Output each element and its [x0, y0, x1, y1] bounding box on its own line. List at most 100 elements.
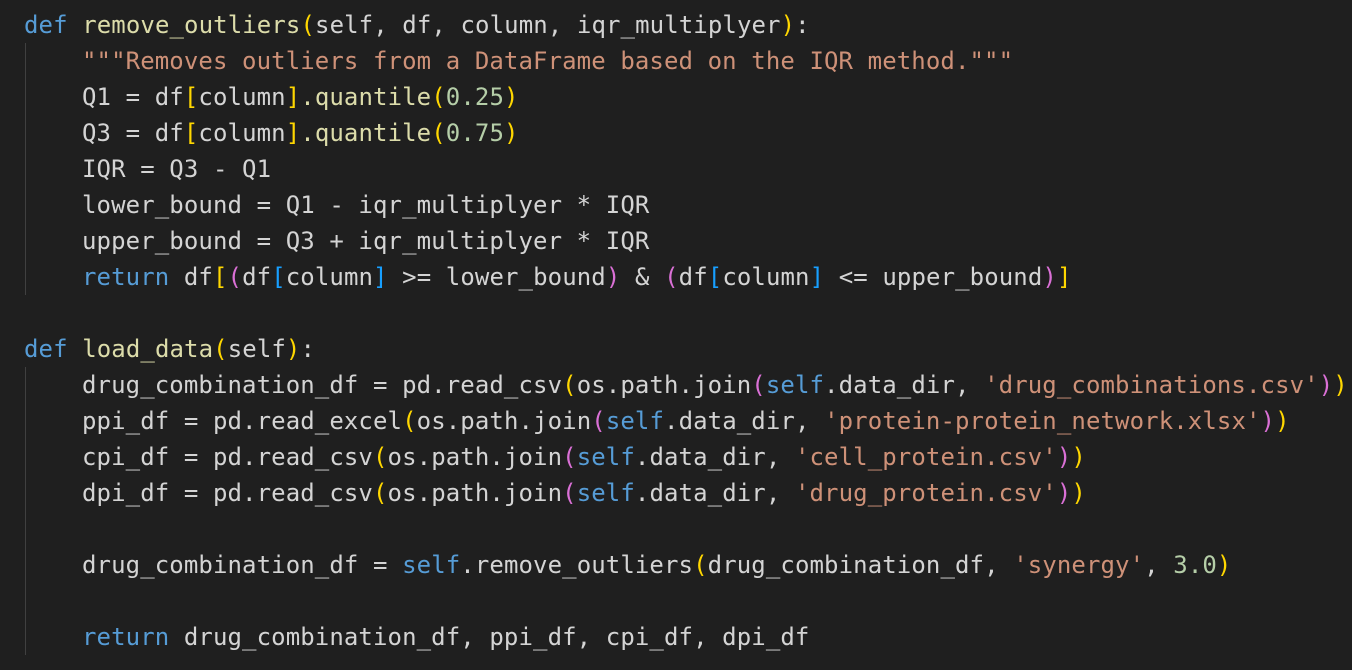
code-line[interactable]: lower_bound = Q1 - iqr_multiplyer * IQR: [0, 187, 1352, 223]
code-token: <= upper_bound: [824, 263, 1043, 291]
code-line[interactable]: dpi_df = pd.read_csv(os.path.join(self.d…: [0, 475, 1352, 511]
code-token: 0.75: [445, 119, 504, 147]
code-token: ): [1071, 479, 1086, 507]
code-line[interactable]: [0, 583, 1352, 619]
code-token: df: [169, 263, 213, 291]
code-token: drug_combination_df,: [707, 551, 1014, 579]
code-token: def: [24, 11, 68, 39]
code-token: ]: [285, 83, 301, 111]
code-token: column: [198, 119, 286, 147]
code-token: (: [693, 551, 708, 579]
code-token: [: [707, 263, 723, 291]
code-token: .data_dir,: [664, 407, 825, 435]
indent-guide: [25, 79, 26, 115]
indent-guide: [25, 223, 26, 259]
code-line[interactable]: cpi_df = pd.read_csv(os.path.join(self.d…: [0, 439, 1352, 475]
code-line[interactable]: return df[(df[column] >= lower_bound) & …: [0, 259, 1352, 295]
code-line[interactable]: IQR = Q3 - Q1: [0, 151, 1352, 187]
code-token: ]: [285, 119, 301, 147]
code-token: &: [620, 263, 665, 291]
code-token: (: [372, 443, 388, 471]
code-line[interactable]: """Removes outliers from a DataFrame bas…: [0, 43, 1352, 79]
code-token: load_data: [67, 335, 214, 363]
code-token: upper_bound = Q3 + iqr_multiplyer * IQR: [82, 227, 650, 255]
code-token: ): [285, 335, 301, 363]
code-token: def: [24, 335, 68, 363]
code-token: return: [82, 623, 170, 651]
code-token: Q1 = df: [82, 83, 184, 111]
code-token: ): [605, 263, 621, 291]
indent-guide: [25, 151, 26, 187]
indent-guide: [25, 475, 26, 511]
code-token: self: [605, 407, 665, 435]
code-token: self: [765, 371, 825, 399]
code-line[interactable]: ppi_df = pd.read_excel(os.path.join(self…: [0, 403, 1352, 439]
code-line[interactable]: Q1 = df[column].quantile(0.25): [0, 79, 1352, 115]
indent-guide: [25, 43, 26, 79]
code-token: .quantile: [300, 119, 432, 147]
code-token: (: [562, 443, 577, 471]
code-token: drug_combination_df, ppi_df, cpi_df, dpi…: [169, 623, 810, 651]
code-editor[interactable]: def remove_outliers(self, df, column, iq…: [0, 0, 1352, 670]
code-token: [: [212, 263, 228, 291]
code-token: self: [402, 551, 461, 579]
code-line[interactable]: drug_combination_df = pd.read_csv(os.pat…: [0, 367, 1352, 403]
code-token: self: [576, 443, 635, 471]
indent-guide: [25, 367, 26, 403]
code-line[interactable]: [0, 511, 1352, 547]
code-token: (: [591, 407, 606, 435]
code-token: IQR = Q3 - Q1: [82, 155, 272, 183]
code-token: lower_bound = Q1 - iqr_multiplyer * IQR: [82, 191, 650, 219]
code-token: return: [82, 263, 170, 291]
code-token: """Removes outliers from a DataFrame bas…: [82, 47, 1014, 75]
code-token: ppi_df = pd.read_excel: [82, 407, 403, 435]
code-token: (: [664, 263, 679, 291]
code-line[interactable]: def remove_outliers(self, df, column, iq…: [0, 7, 1352, 43]
code-token: ]: [809, 263, 825, 291]
indent-guide: [25, 547, 26, 583]
code-line[interactable]: upper_bound = Q3 + iqr_multiplyer * IQR: [0, 223, 1352, 259]
code-token: (: [751, 371, 766, 399]
code-token: self: [576, 479, 635, 507]
code-token: (: [372, 479, 388, 507]
code-token: (: [562, 371, 577, 399]
code-line[interactable]: drug_combination_df = self.remove_outlie…: [0, 547, 1352, 583]
code-token: ): [1042, 263, 1057, 291]
code-token: ,: [1144, 551, 1174, 579]
code-token: ): [1333, 371, 1348, 399]
code-token: os.path.join: [387, 443, 563, 471]
code-token: >= lower_bound: [387, 263, 606, 291]
code-line[interactable]: [0, 295, 1352, 331]
indent-guide: [25, 511, 26, 547]
code-token: (: [227, 263, 243, 291]
code-token: dpi_df = pd.read_csv: [82, 479, 373, 507]
code-token: 'drug_protein.csv': [794, 479, 1057, 507]
code-token: df: [678, 263, 708, 291]
indent-guide: [25, 619, 26, 655]
code-line[interactable]: return drug_combination_df, ppi_df, cpi_…: [0, 619, 1352, 655]
code-token: (: [431, 119, 446, 147]
code-token: Q3 = df: [82, 119, 184, 147]
indent-guide: [25, 115, 26, 151]
indent-guide: [25, 259, 26, 295]
code-line[interactable]: def load_data(self):: [0, 331, 1352, 367]
indent-guide: [25, 403, 26, 439]
code-token: ): [1260, 407, 1276, 435]
code-token: ]: [1056, 263, 1072, 291]
code-token: os.path.join: [387, 479, 563, 507]
code-token: .quantile: [300, 83, 432, 111]
code-token: 'protein-protein_network.xlsx': [824, 407, 1261, 435]
code-token: :: [300, 335, 316, 363]
code-token: [: [271, 263, 286, 291]
code-token: ): [1318, 371, 1334, 399]
code-token: column: [722, 263, 810, 291]
code-token: .data_dir,: [634, 479, 795, 507]
code-token: self, df, column, iqr_multiplyer: [315, 11, 781, 39]
code-token: 0.25: [445, 83, 504, 111]
code-token: .data_dir,: [824, 371, 985, 399]
code-token: ): [504, 119, 519, 147]
code-line[interactable]: Q3 = df[column].quantile(0.75): [0, 115, 1352, 151]
code-token: ): [1056, 443, 1072, 471]
indent-guide: [25, 583, 26, 619]
code-token: 3.0: [1173, 551, 1217, 579]
